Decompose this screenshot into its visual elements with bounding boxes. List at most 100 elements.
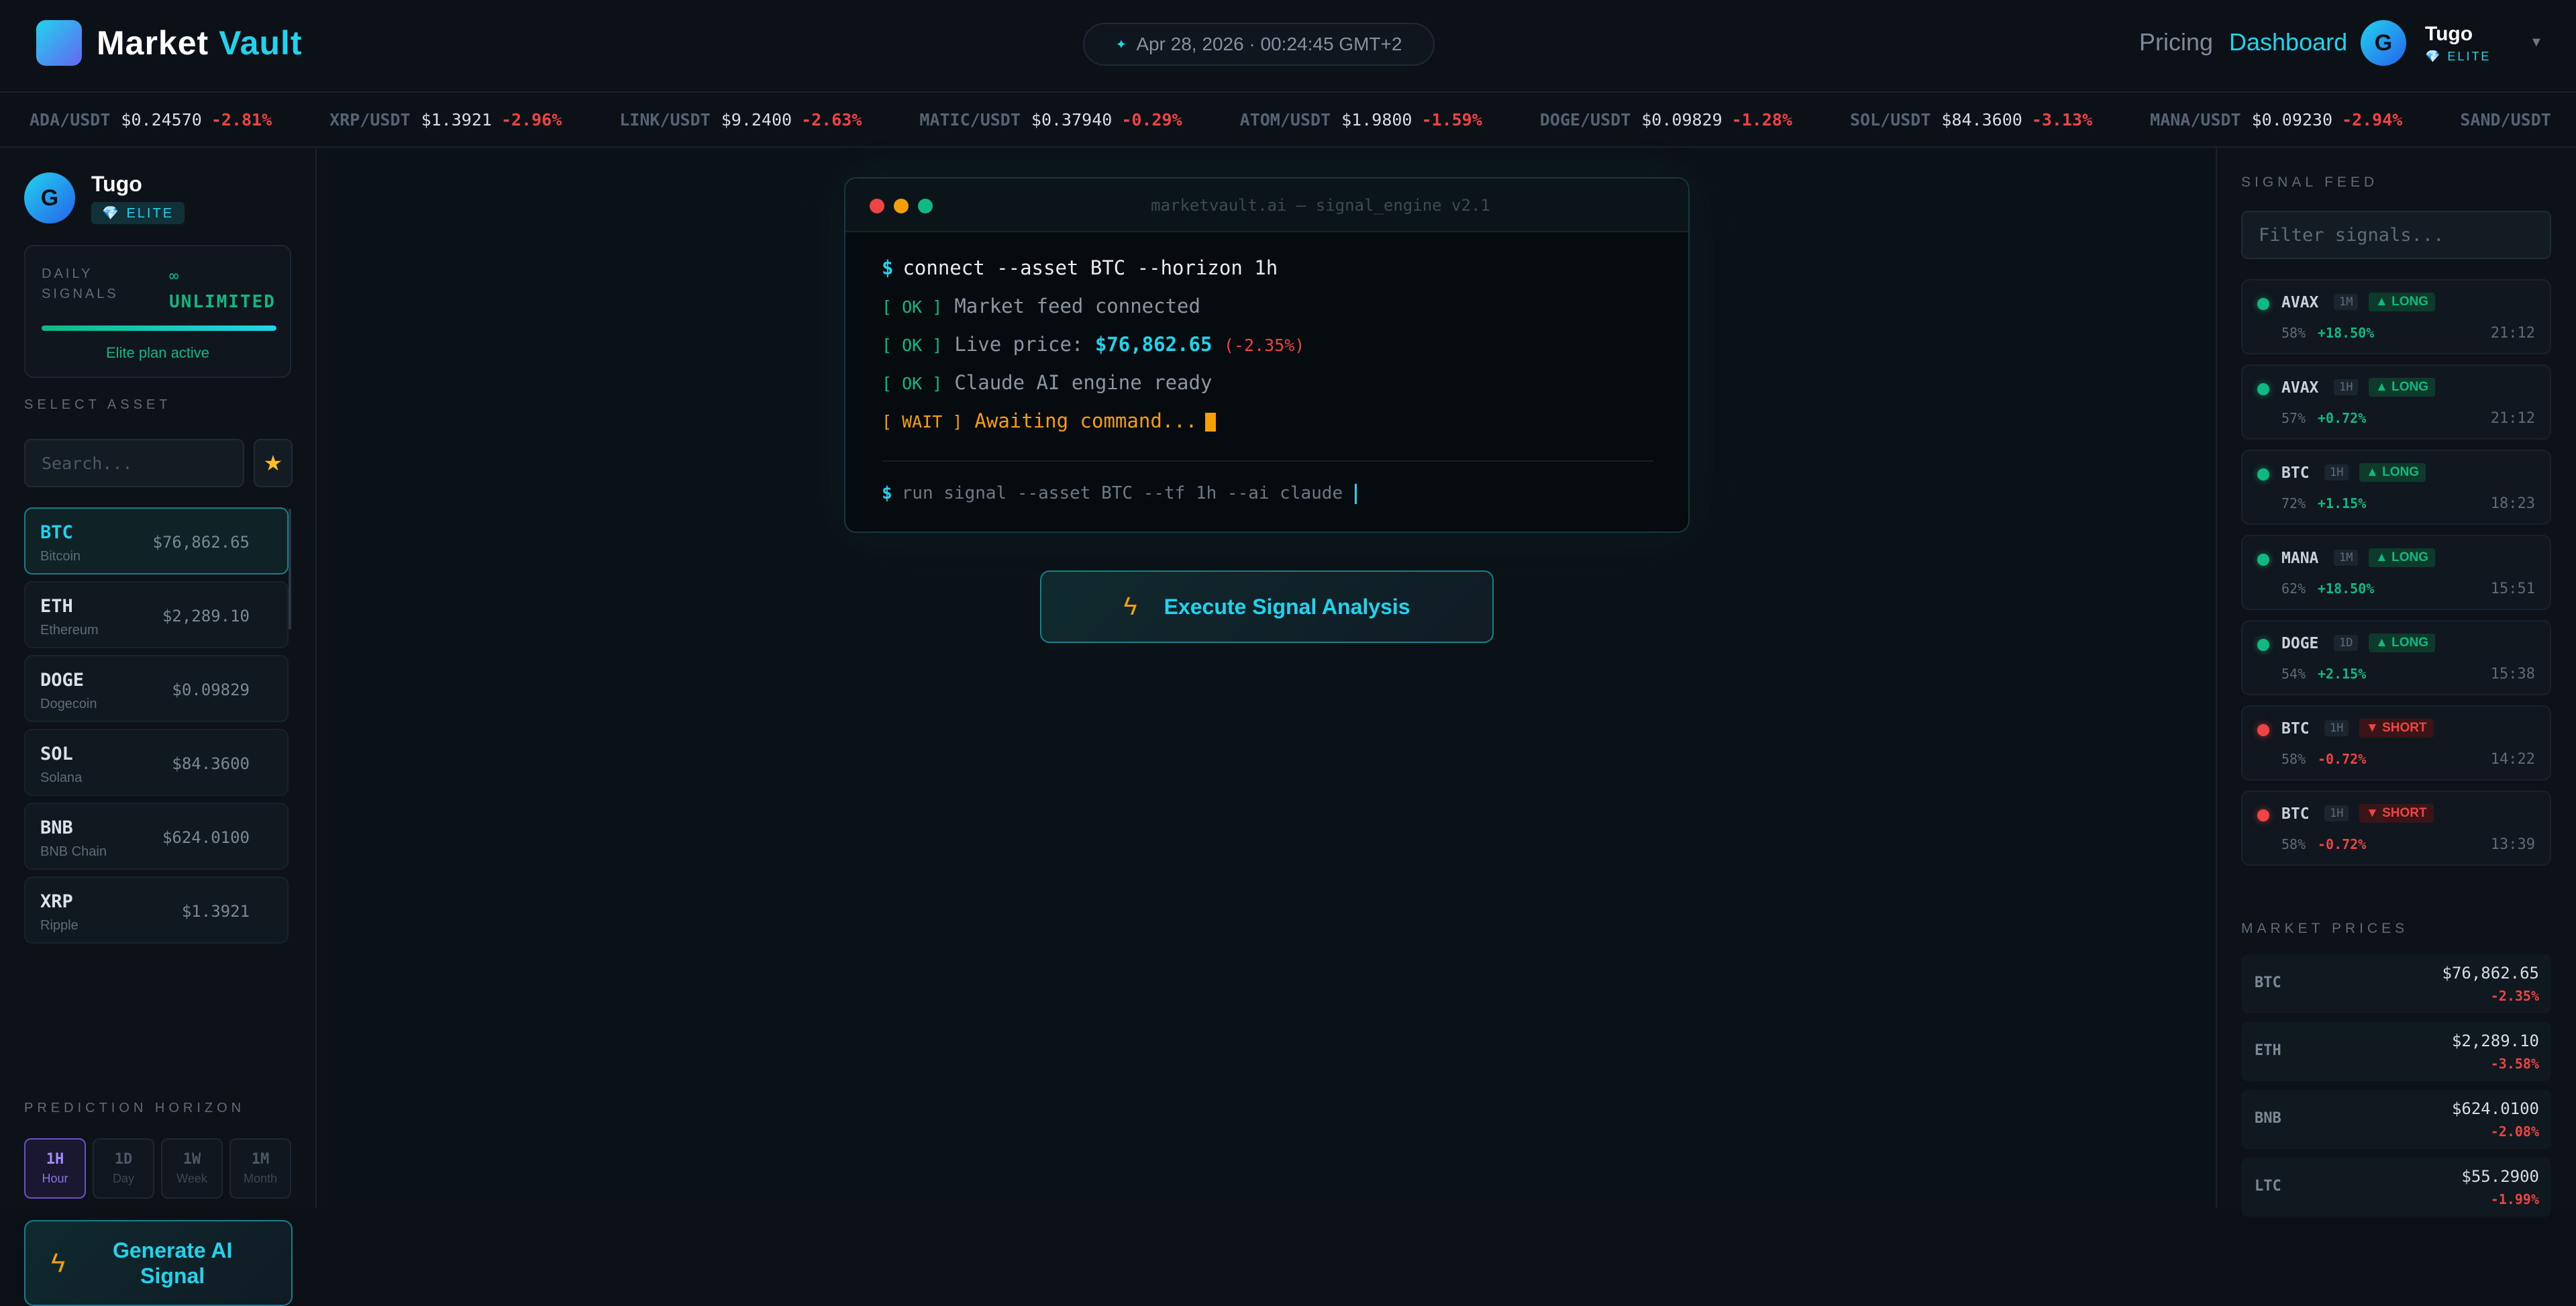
long-status-dot-icon: [2257, 554, 2269, 566]
execute-signal-label: Execute Signal Analysis: [1164, 594, 1410, 619]
ticker-item[interactable]: XRP/USDT $1.3921 -2.96%: [329, 110, 562, 130]
signal-timeframe: 1H: [2324, 464, 2349, 481]
market-price-row[interactable]: BTC $76,862.65 -2.35%: [2241, 954, 2551, 1013]
execute-signal-button[interactable]: ϟ Execute Signal Analysis: [1040, 570, 1494, 643]
signal-direction-badge: ▲ LONG: [2369, 378, 2435, 397]
signal-card[interactable]: BTC 1H ▲ LONG 72% +1.15% 18:23: [2241, 450, 2551, 525]
main-panel: marketvault.ai — signal_engine v2.1 $ con…: [318, 148, 2216, 1208]
asset-symbol: BTC: [40, 522, 73, 543]
asset-name: Solana: [40, 770, 83, 785]
terminal-output: $ connect --asset BTC --horizon 1h [ OK ]…: [882, 256, 1304, 448]
ticker-change: -2.96%: [501, 109, 562, 130]
asset-name: Dogecoin: [40, 697, 97, 711]
ticker-symbol: MATIC/USDT: [919, 109, 1021, 130]
market-prices-list: BTC $76,862.65 -2.35% ETH $2,289.10 -3.58% BNB…: [2241, 954, 2551, 1225]
signal-card[interactable]: DOGE 1D ▲ LONG 54% +2.15% 15:38: [2241, 620, 2551, 695]
ticker-item[interactable]: SAND/USDT: [2460, 110, 2571, 130]
horizon-day-button[interactable]: 1D Day: [93, 1138, 154, 1199]
daily-signals-value: UNLIMITED: [169, 292, 276, 312]
signal-card[interactable]: AVAX 1H ▲ LONG 57% +0.72% 21:12: [2241, 364, 2551, 440]
daily-progress-bar: [42, 325, 276, 331]
infinity-icon: ∞: [169, 266, 179, 285]
tier-badge: 💎 ELITE: [2425, 49, 2491, 63]
favorites-star-icon[interactable]: ★: [254, 439, 293, 487]
avatar: G: [2361, 20, 2406, 66]
horizon-code: 1M: [251, 1151, 270, 1168]
ticker-price: $1.3921: [421, 109, 492, 130]
ticker-change: -1.59%: [1421, 109, 1482, 130]
signal-confidence: 58%: [2281, 836, 2306, 852]
generate-signal-button[interactable]: ϟ Generate AI Signal: [24, 1220, 293, 1306]
signal-filter-input[interactable]: Filter signals...: [2241, 211, 2551, 259]
horizon-name: Week: [176, 1172, 207, 1185]
ticker-item[interactable]: LINK/USDT $9.2400 -2.63%: [619, 110, 862, 130]
ticker-change: -1.28%: [1731, 109, 1792, 130]
signal-card[interactable]: BTC 1H ▼ SHORT 58% -0.72% 13:39: [2241, 791, 2551, 866]
ticker-price: $0.37940: [1031, 109, 1113, 130]
ticker-price: $0.09230: [2251, 109, 2333, 130]
avatar: G: [24, 172, 75, 223]
cursor-block: [1205, 413, 1217, 432]
asset-search-input[interactable]: Search...: [24, 439, 244, 487]
signal-asset: BTC: [2281, 720, 2310, 738]
ticker-item[interactable]: ADA/USDT $0.24570 -2.81%: [30, 110, 272, 130]
ticker-item[interactable]: ATOM/USDT $1.9800 -1.59%: [1240, 110, 1482, 130]
asset-item-bnb[interactable]: BNB BNB Chain $624.0100: [24, 803, 289, 870]
datetime-pill: ✦ Apr 28, 2026 · 00:24:45 GMT+2: [1083, 23, 1435, 66]
asset-list-scrollbar[interactable]: [289, 509, 291, 630]
asset-price: $84.3600: [172, 754, 250, 773]
datetime-text: Apr 28, 2026 · 00:24:45 GMT+2: [1136, 34, 1402, 54]
logo[interactable]: Market Vault: [36, 20, 303, 66]
market-price-row[interactable]: BNB $624.0100 -2.08%: [2241, 1090, 2551, 1149]
market-change: -2.35%: [2490, 988, 2539, 1004]
nav-pricing[interactable]: Pricing: [2139, 28, 2213, 56]
market-change: -1.99%: [2490, 1191, 2539, 1207]
horizon-week-button[interactable]: 1W Week: [161, 1138, 223, 1199]
asset-price: $76,862.65: [152, 533, 250, 552]
asset-item-eth[interactable]: ETH Ethereum $2,289.10: [24, 581, 289, 648]
signal-confidence: 72%: [2281, 495, 2306, 511]
horizon-code: 1D: [114, 1151, 133, 1168]
ticker-symbol: DOGE/USDT: [1539, 109, 1631, 130]
terminal-line: [ OK ] Market feed connected: [882, 295, 1200, 317]
terminal-command-input[interactable]: $ run signal --asset BTC --tf 1h --ai cla…: [882, 483, 1357, 504]
signal-asset: AVAX: [2281, 294, 2319, 311]
asset-item-btc[interactable]: BTC Bitcoin $76,862.65: [24, 507, 289, 574]
price-ticker: ADA/USDT $0.24570 -2.81% XRP/USDT $1.3921 -2.…: [0, 93, 2576, 148]
signal-timeframe: 1D: [2334, 635, 2359, 651]
terminal-titlebar: marketvault.ai — signal_engine v2.1: [845, 179, 1688, 232]
signal-timeframe: 1H: [2324, 720, 2349, 736]
signal-card[interactable]: BTC 1H ▼ SHORT 58% -0.72% 14:22: [2241, 705, 2551, 781]
asset-item-sol[interactable]: SOL Solana $84.3600: [24, 729, 289, 796]
market-price-row[interactable]: ETH $2,289.10 -3.58%: [2241, 1022, 2551, 1081]
asset-item-xrp[interactable]: XRP Ripple $1.3921: [24, 876, 289, 944]
signal-target-change: -0.72%: [2318, 751, 2367, 767]
signal-feed: AVAX 1M ▲ LONG 58% +18.50% 21:12 AVAX 1H ▲ LONG 5…: [2241, 279, 2551, 876]
ticker-item[interactable]: SOL/USDT $84.3600 -3.13%: [1850, 110, 2092, 130]
ticker-item[interactable]: DOGE/USDT $0.09829 -1.28%: [1540, 110, 1792, 130]
signal-card[interactable]: AVAX 1M ▲ LONG 58% +18.50% 21:12: [2241, 279, 2551, 354]
ticker-item[interactable]: MANA/USDT $0.09230 -2.94%: [2150, 110, 2402, 130]
signal-asset: AVAX: [2281, 379, 2319, 397]
asset-item-doge[interactable]: DOGE Dogecoin $0.09829: [24, 655, 289, 722]
terminal-line: [ WAIT ] Awaiting command...: [882, 409, 1304, 448]
prediction-horizon-label: PREDICTION HORIZON: [24, 1101, 246, 1115]
signal-asset: BTC: [2281, 805, 2310, 823]
ticker-symbol: MANA/USDT: [2150, 109, 2241, 130]
user-menu[interactable]: G Tugo 💎 ELITE: [2361, 20, 2491, 66]
lightning-icon: ϟ: [1123, 592, 1137, 621]
signal-card[interactable]: MANA 1M ▲ LONG 62% +18.50% 15:51: [2241, 535, 2551, 610]
terminal-line: [ OK ] Live price: $76,862.65 (-2.35%): [882, 333, 1305, 356]
long-status-dot-icon: [2257, 383, 2269, 395]
terminal-line: $ connect --asset BTC --horizon 1h: [882, 256, 1278, 279]
ticker-price: $84.3600: [1941, 109, 2022, 130]
horizon-month-button[interactable]: 1M Month: [229, 1138, 291, 1199]
daily-signals-label: DAILY SIGNALS: [42, 266, 119, 301]
signal-direction-badge: ▲ LONG: [2369, 548, 2435, 567]
nav-dashboard[interactable]: Dashboard: [2229, 28, 2347, 56]
profile-card: G Tugo 💎 ELITE: [24, 172, 185, 224]
ticker-item[interactable]: MATIC/USDT $0.37940 -0.29%: [919, 110, 1182, 130]
chevron-down-icon[interactable]: ▼: [2530, 35, 2543, 50]
horizon-hour-button[interactable]: 1H Hour: [24, 1138, 86, 1199]
signal-time: 21:12: [2490, 325, 2535, 342]
